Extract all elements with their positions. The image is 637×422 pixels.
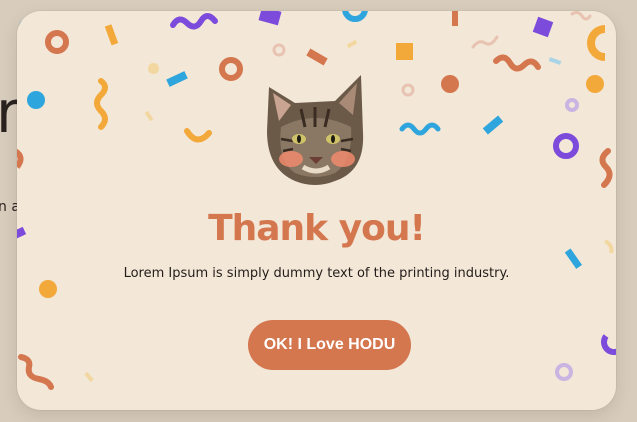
thank-you-modal: Thank you! Lorem Ipsum is simply dummy t… (17, 11, 616, 410)
thank-you-title: Thank you! (208, 208, 426, 249)
cat-face-image (267, 75, 364, 185)
thank-you-message: Lorem Ipsum is simply dummy text of the … (123, 266, 510, 281)
ok-button[interactable]: OK! I Love HODU (248, 320, 411, 370)
